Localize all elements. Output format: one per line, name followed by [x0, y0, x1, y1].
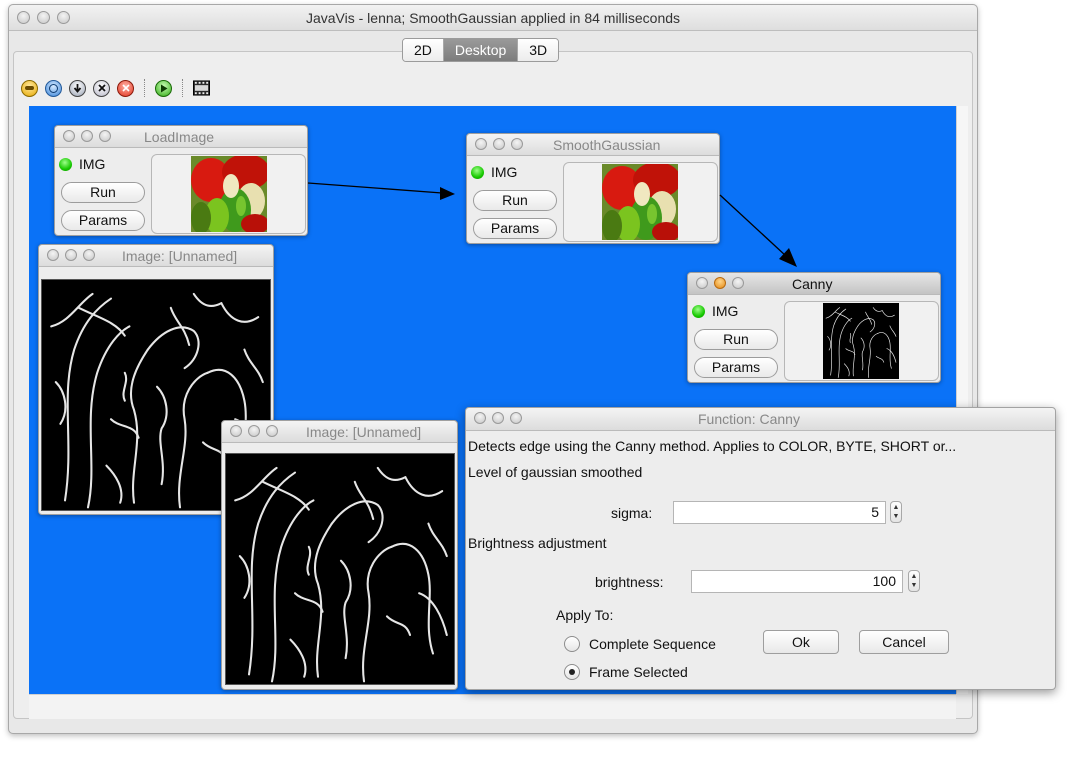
minimize-window-button[interactable]	[65, 249, 77, 261]
close-circle-icon[interactable]	[93, 79, 110, 97]
tab-3d[interactable]: 3D	[518, 39, 559, 61]
view-tabs: 2D Desktop 3D	[402, 38, 560, 62]
tab-2d[interactable]: 2D	[403, 39, 444, 61]
brightness-label: brightness:	[595, 574, 664, 590]
vegetables-thumbnail	[191, 156, 267, 232]
apply-to-label: Apply To:	[556, 607, 614, 623]
port-indicator-icon[interactable]	[471, 166, 484, 179]
node-title: SmoothGaussian	[553, 137, 661, 153]
radio-frame-selected[interactable]	[564, 664, 580, 680]
image-preview	[563, 162, 718, 242]
image-preview	[151, 154, 306, 234]
minimize-window-button[interactable]	[81, 130, 93, 142]
minimize-window-button[interactable]	[493, 138, 505, 150]
close-window-button[interactable]	[475, 138, 487, 150]
option-label-sequence: Complete Sequence	[589, 636, 716, 652]
function-description: Detects edge using the Canny method. App…	[468, 438, 957, 454]
sigma-field[interactable]: 5	[673, 501, 886, 524]
window-title: JavaVis - lenna; SmoothGaussian applied …	[305, 10, 681, 26]
zoom-window-button[interactable]	[83, 249, 95, 261]
port-label: IMG	[79, 156, 106, 172]
run-button[interactable]: Run	[61, 182, 145, 203]
params-button[interactable]: Params	[61, 210, 145, 231]
toolbar	[21, 76, 210, 100]
node-load-image[interactable]: LoadImage IMG Run Params	[54, 125, 308, 236]
node-title: Canny	[792, 276, 833, 292]
zoom-window-button[interactable]	[266, 425, 278, 437]
section-heading-smooth: Level of gaussian smoothed	[468, 464, 643, 480]
minimize-window-button[interactable]	[248, 425, 260, 437]
minimize-window-button[interactable]	[492, 412, 504, 424]
image-window-title: Image: [Unnamed]	[122, 248, 238, 264]
globe-icon[interactable]	[45, 79, 62, 97]
zoom-window-button[interactable]	[732, 277, 744, 289]
port-label: IMG	[712, 303, 739, 319]
port-label: IMG	[491, 164, 518, 180]
brightness-field[interactable]: 100	[691, 570, 903, 593]
film-strip-icon[interactable]	[193, 80, 210, 97]
node-titlebar[interactable]: Canny	[688, 273, 940, 295]
dialog-titlebar[interactable]: Function: Canny	[466, 408, 1055, 431]
play-icon[interactable]	[155, 79, 172, 97]
image-window[interactable]: Image: [Unnamed]	[221, 420, 458, 690]
params-button[interactable]: Params	[694, 357, 778, 378]
edge-image	[225, 453, 455, 685]
section-heading-brightness: Brightness adjustment	[468, 535, 607, 551]
open-icon[interactable]	[21, 79, 38, 97]
function-dialog[interactable]: Function: Canny Detects edge using the C…	[465, 407, 1056, 690]
close-window-button[interactable]	[230, 425, 242, 437]
toolbar-separator	[144, 79, 145, 97]
image-window-title: Image: [Unnamed]	[306, 424, 422, 440]
close-window-button[interactable]	[474, 412, 486, 424]
zoom-window-button[interactable]	[511, 138, 523, 150]
zoom-window-button[interactable]	[510, 412, 522, 424]
minimize-window-button[interactable]	[714, 277, 726, 289]
port-indicator-icon[interactable]	[59, 158, 72, 171]
vegetables-thumbnail	[602, 164, 678, 240]
node-title: LoadImage	[144, 129, 215, 145]
node-titlebar[interactable]: LoadImage	[55, 126, 307, 148]
node-canny[interactable]: Canny IMG Run Params	[687, 272, 941, 383]
close-window-button[interactable]	[63, 130, 75, 142]
node-smooth-gaussian[interactable]: SmoothGaussian IMG Run Params	[466, 133, 720, 244]
download-icon[interactable]	[69, 79, 86, 97]
edges-thumbnail	[823, 303, 899, 379]
tab-desktop[interactable]: Desktop	[443, 39, 519, 61]
radio-complete-sequence[interactable]	[564, 636, 580, 652]
app-titlebar[interactable]: JavaVis - lenna; SmoothGaussian applied …	[9, 5, 977, 31]
zoom-window-button[interactable]	[99, 130, 111, 142]
stop-icon[interactable]	[117, 79, 134, 97]
params-button[interactable]: Params	[473, 218, 557, 239]
port-indicator-icon[interactable]	[692, 305, 705, 318]
horizontal-scrollbar[interactable]	[29, 694, 956, 719]
image-window-titlebar[interactable]: Image: [Unnamed]	[222, 421, 457, 443]
run-button[interactable]: Run	[473, 190, 557, 211]
dialog-title: Function: Canny	[698, 411, 800, 427]
image-window-titlebar[interactable]: Image: [Unnamed]	[39, 245, 273, 267]
close-window-button[interactable]	[696, 277, 708, 289]
node-titlebar[interactable]: SmoothGaussian	[467, 134, 719, 156]
sigma-stepper[interactable]: ▲ ▼	[890, 501, 902, 523]
option-label-frame: Frame Selected	[589, 664, 688, 680]
toolbar-separator	[182, 79, 183, 97]
image-preview	[784, 301, 939, 381]
cancel-button[interactable]: Cancel	[859, 630, 949, 654]
sigma-label: sigma:	[611, 505, 653, 521]
run-button[interactable]: Run	[694, 329, 778, 350]
close-window-button[interactable]	[47, 249, 59, 261]
ok-button[interactable]: Ok	[763, 630, 839, 654]
brightness-stepper[interactable]: ▲ ▼	[908, 570, 920, 592]
